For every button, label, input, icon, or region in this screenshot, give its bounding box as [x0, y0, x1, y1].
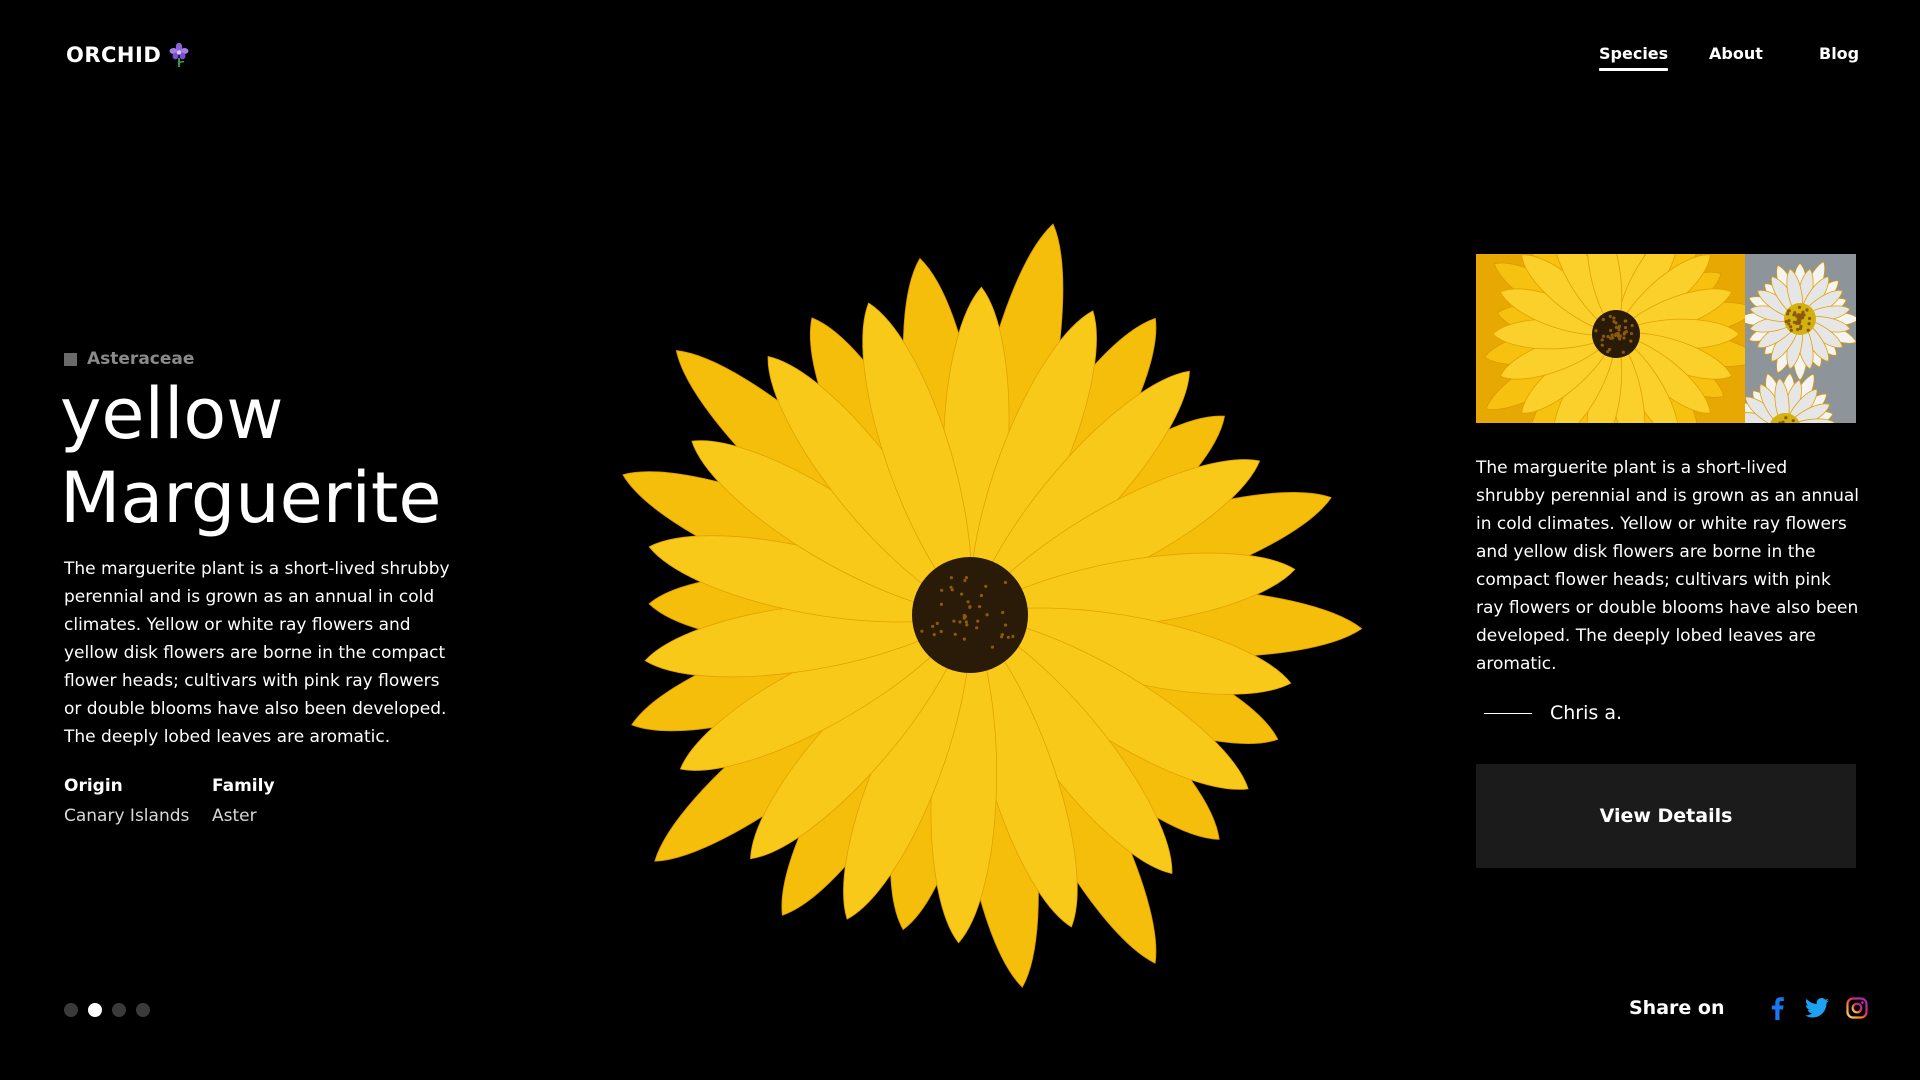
pagination-dots: [64, 1003, 150, 1017]
nav-species[interactable]: Species: [1599, 44, 1668, 71]
species-description: The marguerite plant is a short-lived sh…: [64, 555, 454, 751]
family-label: Family: [212, 776, 360, 796]
family-tag: Asteraceae: [64, 349, 194, 369]
species-meta: Origin Canary Islands Family Aster: [64, 776, 360, 826]
origin-label: Origin: [64, 776, 212, 796]
facebook-icon[interactable]: [1764, 995, 1790, 1021]
nav-about[interactable]: About: [1709, 44, 1763, 71]
origin-block: Origin Canary Islands: [64, 776, 212, 826]
pagination-dot-3[interactable]: [112, 1003, 126, 1017]
brand-name: ORCHID: [66, 43, 161, 67]
orchid-flower-icon: [169, 42, 189, 68]
thumbnail-gallery: [1476, 254, 1856, 423]
share-label: Share on: [1629, 997, 1724, 1019]
origin-value: Canary Islands: [64, 806, 212, 826]
family-value: Aster: [212, 806, 360, 826]
twitter-icon[interactable]: [1804, 995, 1830, 1021]
title-line-1: yellow: [60, 373, 283, 455]
author-name: Chris a.: [1550, 702, 1622, 724]
brand-logo[interactable]: ORCHID: [66, 42, 189, 68]
pagination-dot-1[interactable]: [64, 1003, 78, 1017]
author-credit: Chris a.: [1484, 702, 1622, 724]
family-tag-label: Asteraceae: [87, 349, 194, 369]
page-title: yellow Marguerite: [60, 372, 441, 540]
sidebar-description: The marguerite plant is a short-lived sh…: [1476, 454, 1861, 678]
view-details-button[interactable]: View Details: [1476, 764, 1856, 868]
pagination-dot-4[interactable]: [136, 1003, 150, 1017]
share-bar: Share on: [1629, 995, 1884, 1021]
instagram-icon[interactable]: [1844, 995, 1870, 1021]
tag-square-icon: [64, 353, 77, 366]
thumbnail-yellow-flower[interactable]: [1476, 254, 1745, 423]
hero-flower-image: [500, 195, 1400, 995]
title-line-2: Marguerite: [60, 457, 441, 539]
family-block: Family Aster: [212, 776, 360, 826]
pagination-dot-2[interactable]: [88, 1003, 102, 1017]
author-divider: [1484, 713, 1532, 714]
thumbnail-white-daisy[interactable]: [1745, 254, 1856, 423]
nav-blog[interactable]: Blog: [1819, 44, 1859, 71]
